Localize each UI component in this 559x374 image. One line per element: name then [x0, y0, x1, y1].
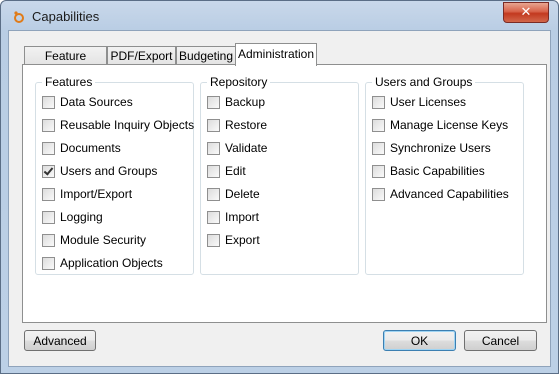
checkbox-label: Module Security: [60, 233, 147, 247]
checkbox-label: Backup: [225, 95, 266, 109]
checkbox-label: Import: [225, 210, 260, 224]
checkbox-label: Manage License Keys: [390, 118, 509, 132]
checkbox-label: Export: [225, 233, 260, 247]
checkbox-delete[interactable]: Delete: [207, 186, 260, 202]
checkbox-box[interactable]: [42, 233, 55, 247]
checkbox-label: Logging: [60, 210, 103, 224]
checkbox-label: Basic Capabilities: [390, 164, 485, 178]
checkbox-box[interactable]: [207, 141, 220, 155]
checkbox-data-sources[interactable]: Data Sources: [42, 94, 133, 110]
tab-budgeting[interactable]: Budgeting: [176, 46, 236, 65]
checkbox-edit[interactable]: Edit: [207, 163, 246, 179]
checkbox-box[interactable]: [207, 95, 220, 109]
advanced-button[interactable]: Advanced: [24, 330, 96, 351]
checkbox-advanced-capabilities[interactable]: Advanced Capabilities: [372, 186, 509, 202]
checkbox-box[interactable]: [42, 141, 55, 155]
checkbox-box[interactable]: [372, 95, 385, 109]
checkbox-label: Reusable Inquiry Objects: [60, 118, 195, 132]
checkbox-users-and-groups[interactable]: Users and Groups: [42, 163, 157, 179]
checkbox-box[interactable]: [42, 256, 55, 270]
checkbox-backup[interactable]: Backup: [207, 94, 265, 110]
checkbox-restore[interactable]: Restore: [207, 117, 267, 133]
ok-button[interactable]: OK: [383, 330, 456, 351]
checkbox-box[interactable]: [372, 118, 385, 132]
checkbox-label: Users and Groups: [60, 164, 158, 178]
checkbox-box[interactable]: [372, 187, 385, 201]
checkbox-label: Synchronize Users: [390, 141, 491, 155]
tab-feature-control[interactable]: Feature Control: [24, 46, 107, 81]
app-icon: [14, 11, 24, 23]
checkbox-basic-capabilities[interactable]: Basic Capabilities: [372, 163, 485, 179]
checkbox-application-objects[interactable]: Application Objects: [42, 255, 163, 271]
checkbox-box[interactable]: [42, 187, 55, 201]
checkbox-user-licenses[interactable]: User Licenses: [372, 94, 466, 110]
checkbox-box[interactable]: [207, 187, 220, 201]
checkbox-box[interactable]: [372, 141, 385, 155]
title-bar[interactable]: Capabilities ✕: [1, 1, 558, 31]
checkbox-export[interactable]: Export: [207, 232, 260, 248]
checkbox-import-export[interactable]: Import/Export: [42, 186, 132, 202]
checkbox-label: Application Objects: [60, 256, 163, 270]
checkbox-label: Data Sources: [60, 95, 133, 109]
checkbox-documents[interactable]: Documents: [42, 140, 121, 156]
features-group-title: Features: [42, 75, 96, 89]
checkbox-import[interactable]: Import: [207, 209, 259, 225]
checkbox-label: Validate: [225, 141, 268, 155]
close-icon: ✕: [520, 5, 532, 20]
checkbox-box[interactable]: [372, 164, 385, 178]
checkbox-box[interactable]: [42, 95, 55, 109]
checkbox-box[interactable]: [42, 210, 55, 224]
checkbox-box[interactable]: [207, 233, 220, 247]
close-button[interactable]: ✕: [503, 2, 549, 23]
checkbox-reusable-inquiry-objects[interactable]: Reusable Inquiry Objects: [42, 117, 194, 133]
checkbox-validate[interactable]: Validate: [207, 140, 267, 156]
checkbox-label: Advanced Capabilities: [390, 187, 509, 201]
repository-group: Repository Backup Restore Validate Edit …: [200, 75, 359, 275]
checkbox-label: User Licenses: [390, 95, 467, 109]
checkbox-synchronize-users[interactable]: Synchronize Users: [372, 140, 491, 156]
checkbox-box-checked[interactable]: [42, 164, 55, 178]
cancel-button[interactable]: Cancel: [464, 330, 537, 351]
checkbox-label: Documents: [60, 141, 121, 155]
window-title: Capabilities: [32, 9, 100, 24]
checkbox-box[interactable]: [207, 210, 220, 224]
checkbox-logging[interactable]: Logging: [42, 209, 103, 225]
tab-administration[interactable]: Administration: [235, 43, 317, 66]
checkbox-label: Edit: [225, 164, 246, 178]
checkbox-box[interactable]: [207, 164, 220, 178]
administration-panel: Features Data Sources Reusable Inquiry O…: [22, 64, 547, 323]
checkbox-box[interactable]: [42, 118, 55, 132]
features-group: Features Data Sources Reusable Inquiry O…: [35, 75, 194, 275]
users-and-groups-group-title: Users and Groups: [372, 75, 476, 89]
checkbox-manage-license-keys[interactable]: Manage License Keys: [372, 117, 508, 133]
checkbox-module-security[interactable]: Module Security: [42, 232, 146, 248]
checkbox-label: Restore: [225, 118, 268, 132]
checkbox-label: Import/Export: [60, 187, 133, 201]
checkbox-label: Delete: [225, 187, 260, 201]
checkbox-box[interactable]: [207, 118, 220, 132]
tab-pdf-export[interactable]: PDF/Export: [107, 46, 176, 65]
users-and-groups-group: Users and Groups User Licenses Manage Li…: [365, 75, 524, 275]
repository-group-title: Repository: [207, 75, 271, 89]
